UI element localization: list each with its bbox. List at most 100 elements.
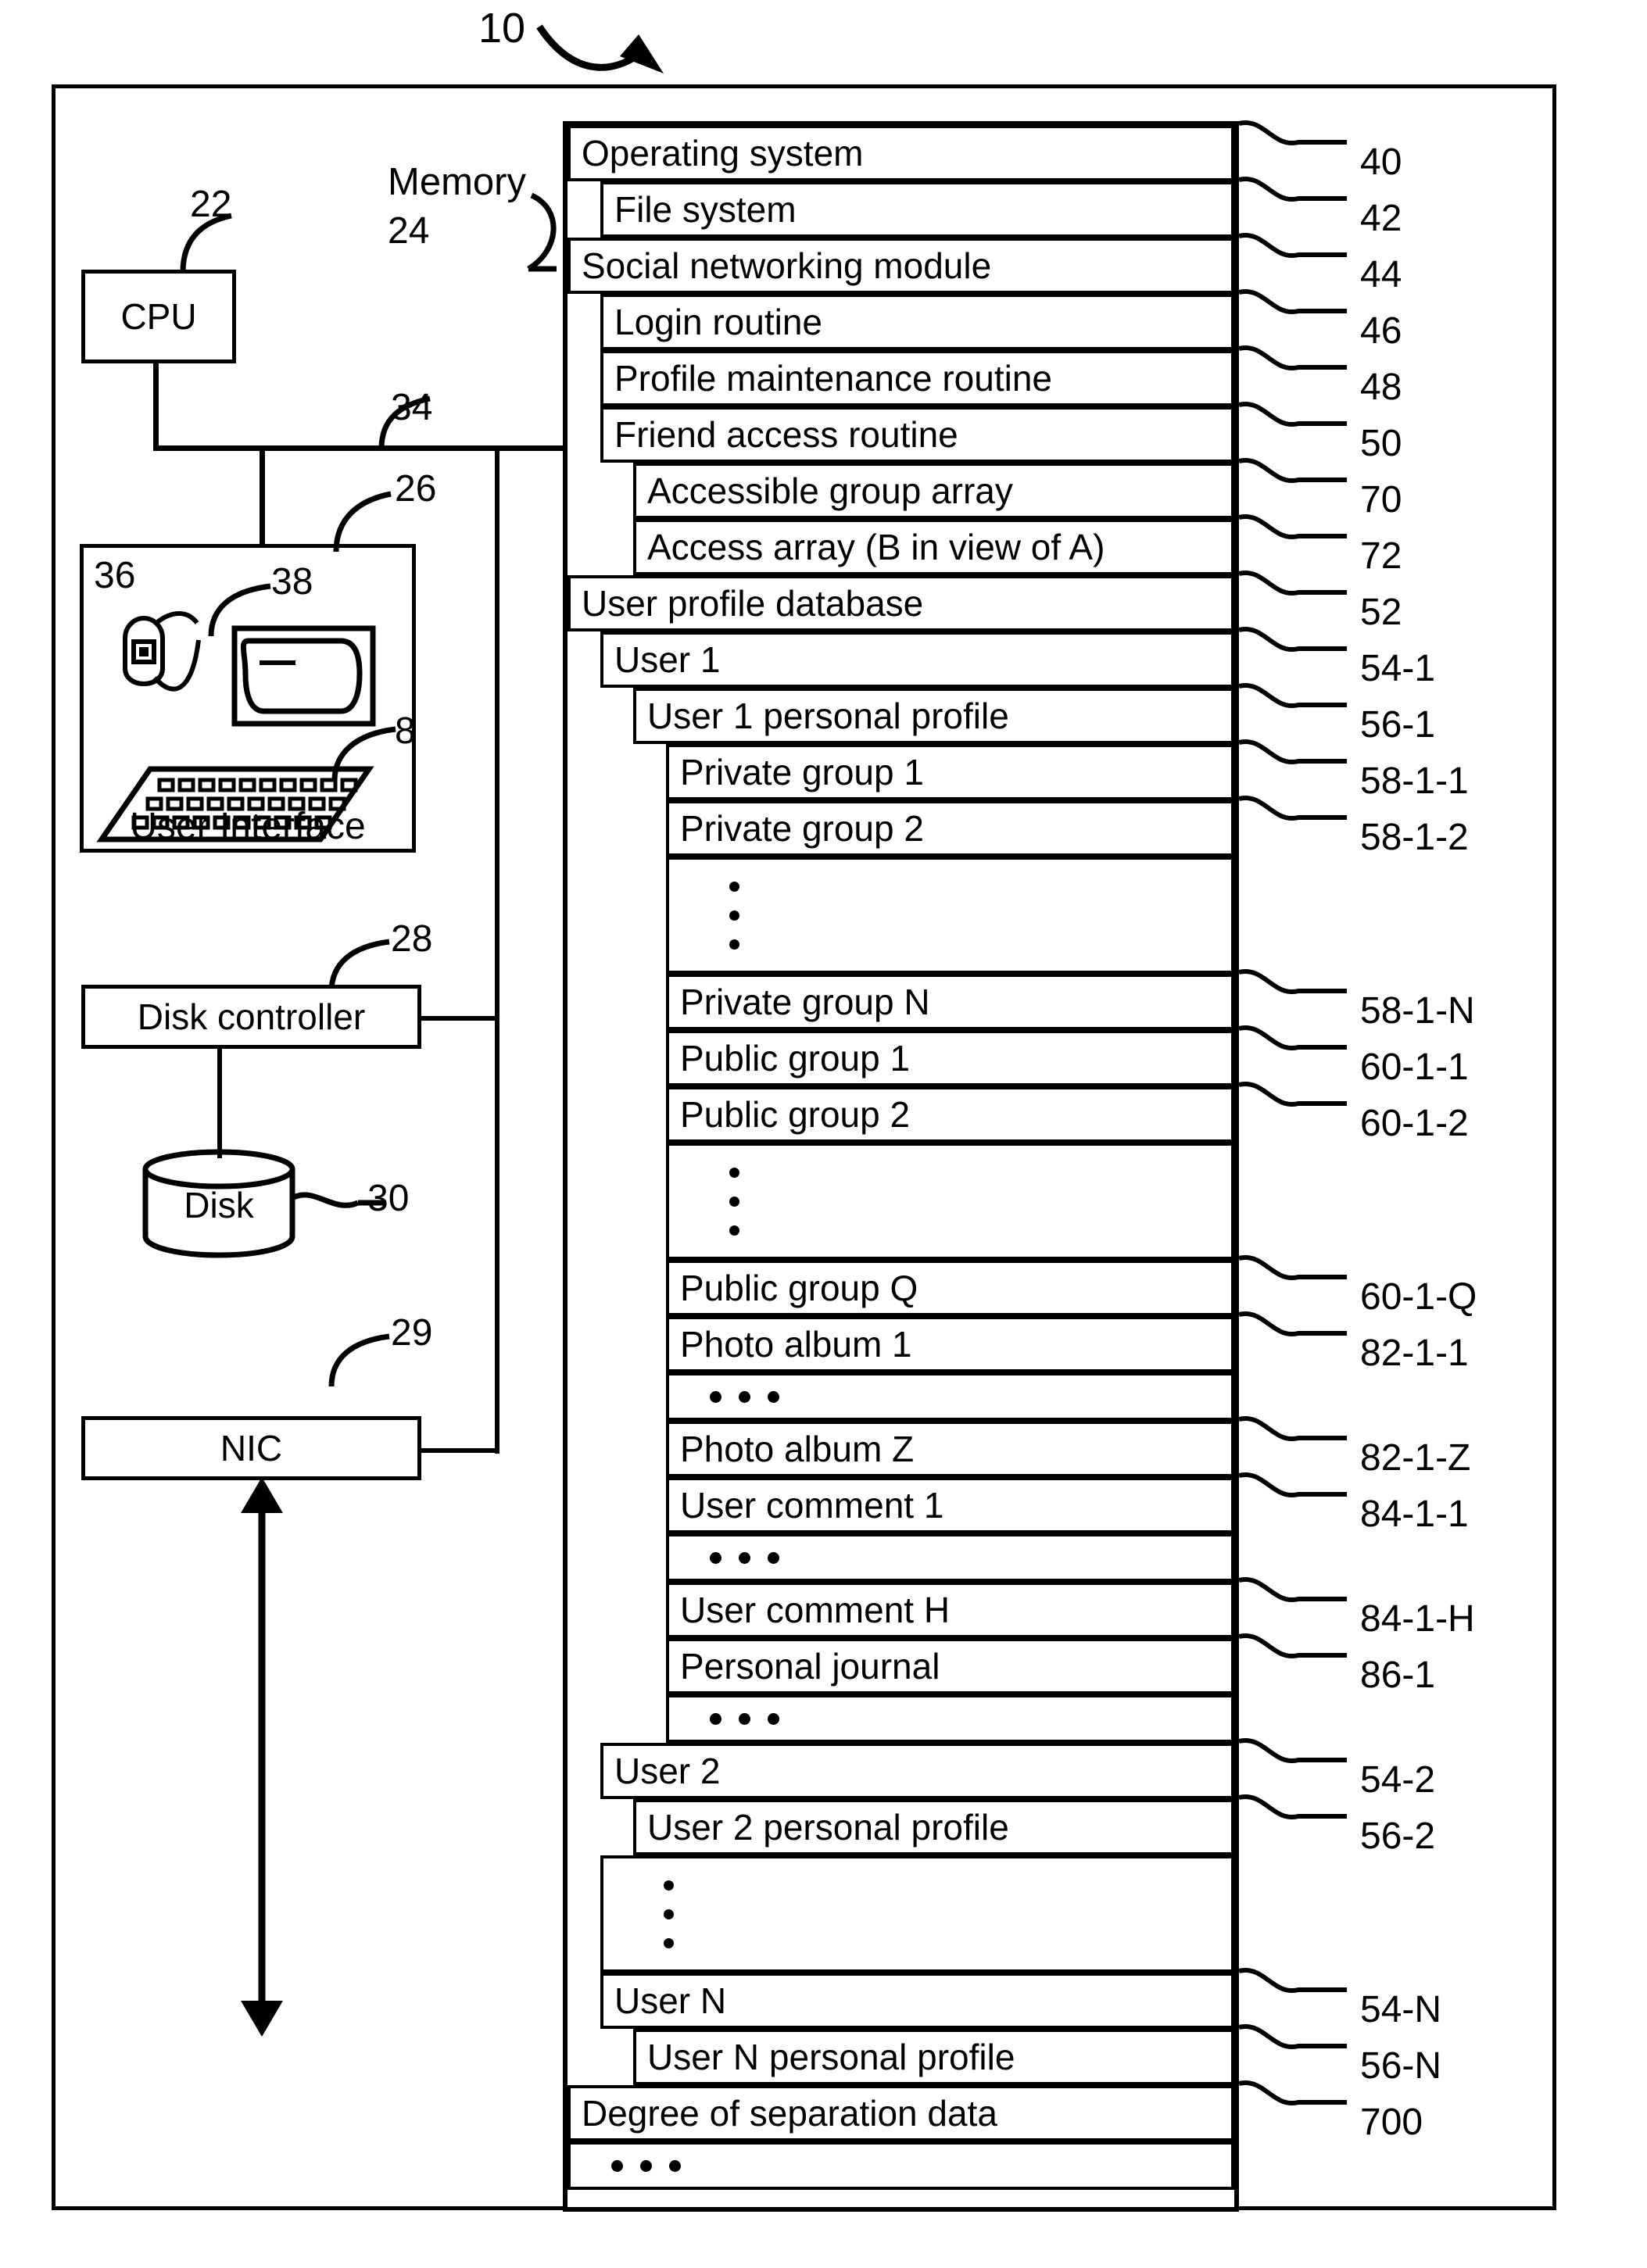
memory-row-reference-label: 86-1 [1360,1654,1436,1696]
memory-row-label: Social networking module [582,245,992,286]
cpu-label: CPU [120,296,197,337]
memory-row-leader-line [1238,968,1347,995]
memory-row: Public group 2 [666,1086,1234,1143]
memory-row-label: Friend access routine [614,414,958,455]
vertical-ellipsis-icon [707,1146,761,1257]
memory-row: Photo album Z [666,1421,1234,1477]
memory-row: Login routine [600,294,1234,350]
memory-row-leader-line [1238,120,1347,146]
memory-row-label: User 1 personal profile [647,696,1009,736]
disk-controller-label: Disk controller [137,996,366,1037]
memory-row-leader-line [1238,626,1347,653]
memory-row-leader-line [1238,513,1347,540]
memory-row-label: Public group Q [680,1268,918,1308]
memory-row: User comment H [666,1582,1234,1638]
user-interface-reference-label: 26 [395,468,437,510]
memory-row: Public group 1 [666,1030,1234,1086]
nic-right-connector [421,1448,499,1453]
memory-row-label: User 2 personal profile [647,1807,1009,1848]
memory-row-reference-label: 82-1-Z [1360,1437,1471,1479]
memory-row-leader-line [1238,2080,1347,2106]
memory-row: Public group Q [666,1260,1234,1316]
memory-row-reference-label: 54-N [1360,1989,1442,2030]
memory-row: User N [600,1973,1234,2029]
memory-row-leader-line [1238,345,1347,371]
memory-row-vertical-ellipsis [600,1855,1234,1973]
disk-connector [217,1049,222,1158]
system-bus-vertical-cpu [153,362,159,449]
memory-row-label: Private group 1 [680,752,924,792]
bus-reference-label: 34 [391,387,433,428]
memory-row-leader-line [1238,682,1347,709]
memory-row: Degree of separation data [567,2085,1234,2141]
memory-row-reference-label: 60-1-Q [1360,1276,1477,1318]
memory-row-label: File system [614,189,797,230]
memory-row-vertical-ellipsis [666,857,1234,974]
memory-row: User 1 personal profile [633,688,1234,744]
disk-label: Disk [184,1185,254,1225]
vertical-ellipsis-icon [707,860,761,971]
memory-row-reference-label: 48 [1360,367,1402,408]
memory-label: Memory [388,161,526,203]
memory-row-label: User N [614,1980,727,2021]
user-interface-leader-line [333,491,392,553]
memory-row-leader-line [1238,570,1347,596]
memory-row-leader-line [1238,2023,1347,2050]
disk-reference-label: 30 [367,1178,410,1219]
memory-row-leader-line [1238,1633,1347,1659]
memory-row-reference-label: 60-1-1 [1360,1046,1469,1088]
memory-row-leader-line [1238,176,1347,202]
memory-row: Operating system [567,125,1234,181]
memory-row-label: Public group 1 [680,1038,911,1079]
memory-row-label: Profile maintenance routine [614,358,1052,399]
memory-row: Friend access routine [600,406,1234,463]
nic-label: NIC [220,1428,283,1468]
monitor-reference-label: 38 [271,561,313,603]
memory-row-horizontal-ellipsis [567,2141,1234,2190]
memory-row-label: User N personal profile [647,2037,1015,2077]
cpu-reference-label: 22 [190,184,232,225]
memory-row-leader-line [1238,457,1347,484]
memory-row: User 2 [600,1743,1234,1799]
memory-row-reference-label: 700 [1360,2102,1423,2143]
memory-row-reference-label: 44 [1360,254,1402,295]
memory-row-leader-line [1238,1254,1347,1281]
memory-row-label: Public group 2 [680,1094,911,1135]
memory-row-reference-label: 56-N [1360,2045,1442,2087]
memory-row: Private group 1 [666,744,1234,800]
memory-row-leader-line [1238,1737,1347,1764]
cpu-box: CPU [81,270,236,363]
memory-row-label: User 2 [614,1751,721,1791]
network-double-arrow [241,1477,283,2037]
memory-row: User 1 [600,631,1234,688]
memory-row-leader-line [1238,1576,1347,1603]
memory-row: Photo album 1 [666,1316,1234,1372]
memory-row-leader-line [1238,795,1347,821]
vertical-ellipsis-icon [641,1858,696,1969]
memory-row-label: User comment 1 [680,1485,944,1526]
memory-row-reference-label: 82-1-1 [1360,1333,1469,1374]
memory-row-reference-label: 52 [1360,592,1402,633]
memory-row: Profile maintenance routine [600,350,1234,406]
memory-row-horizontal-ellipsis [666,1533,1234,1582]
system-reference-label: 10 [478,5,526,52]
memory-row-leader-line [1238,288,1347,315]
monitor-icon [231,625,376,727]
memory-row-label: Access array (B in view of A) [647,527,1105,567]
user-interface-label: User Interface [130,806,366,847]
memory-row-reference-label: 42 [1360,198,1402,239]
memory-row-reference-label: 84-1-1 [1360,1494,1469,1535]
horizontal-ellipsis-icon [710,1697,797,1740]
horizontal-ellipsis-icon [611,2145,698,2187]
memory-row-reference-label: 58-1-2 [1360,817,1469,858]
memory-row: Private group 2 [666,800,1234,857]
disk-controller-box: Disk controller [81,985,421,1049]
memory-row: User profile database [567,575,1234,631]
horizontal-ellipsis-icon [710,1536,797,1579]
memory-row: File system [600,181,1234,238]
memory-row-label: Login routine [614,302,822,342]
memory-row-reference-label: 58-1-N [1360,990,1475,1032]
horizontal-ellipsis-icon [710,1375,797,1418]
nic-reference-label: 29 [391,1312,433,1354]
patent-figure: 10 CPU 22 Memory 24 34 26 36 38 8 User I… [0,0,1647,2268]
